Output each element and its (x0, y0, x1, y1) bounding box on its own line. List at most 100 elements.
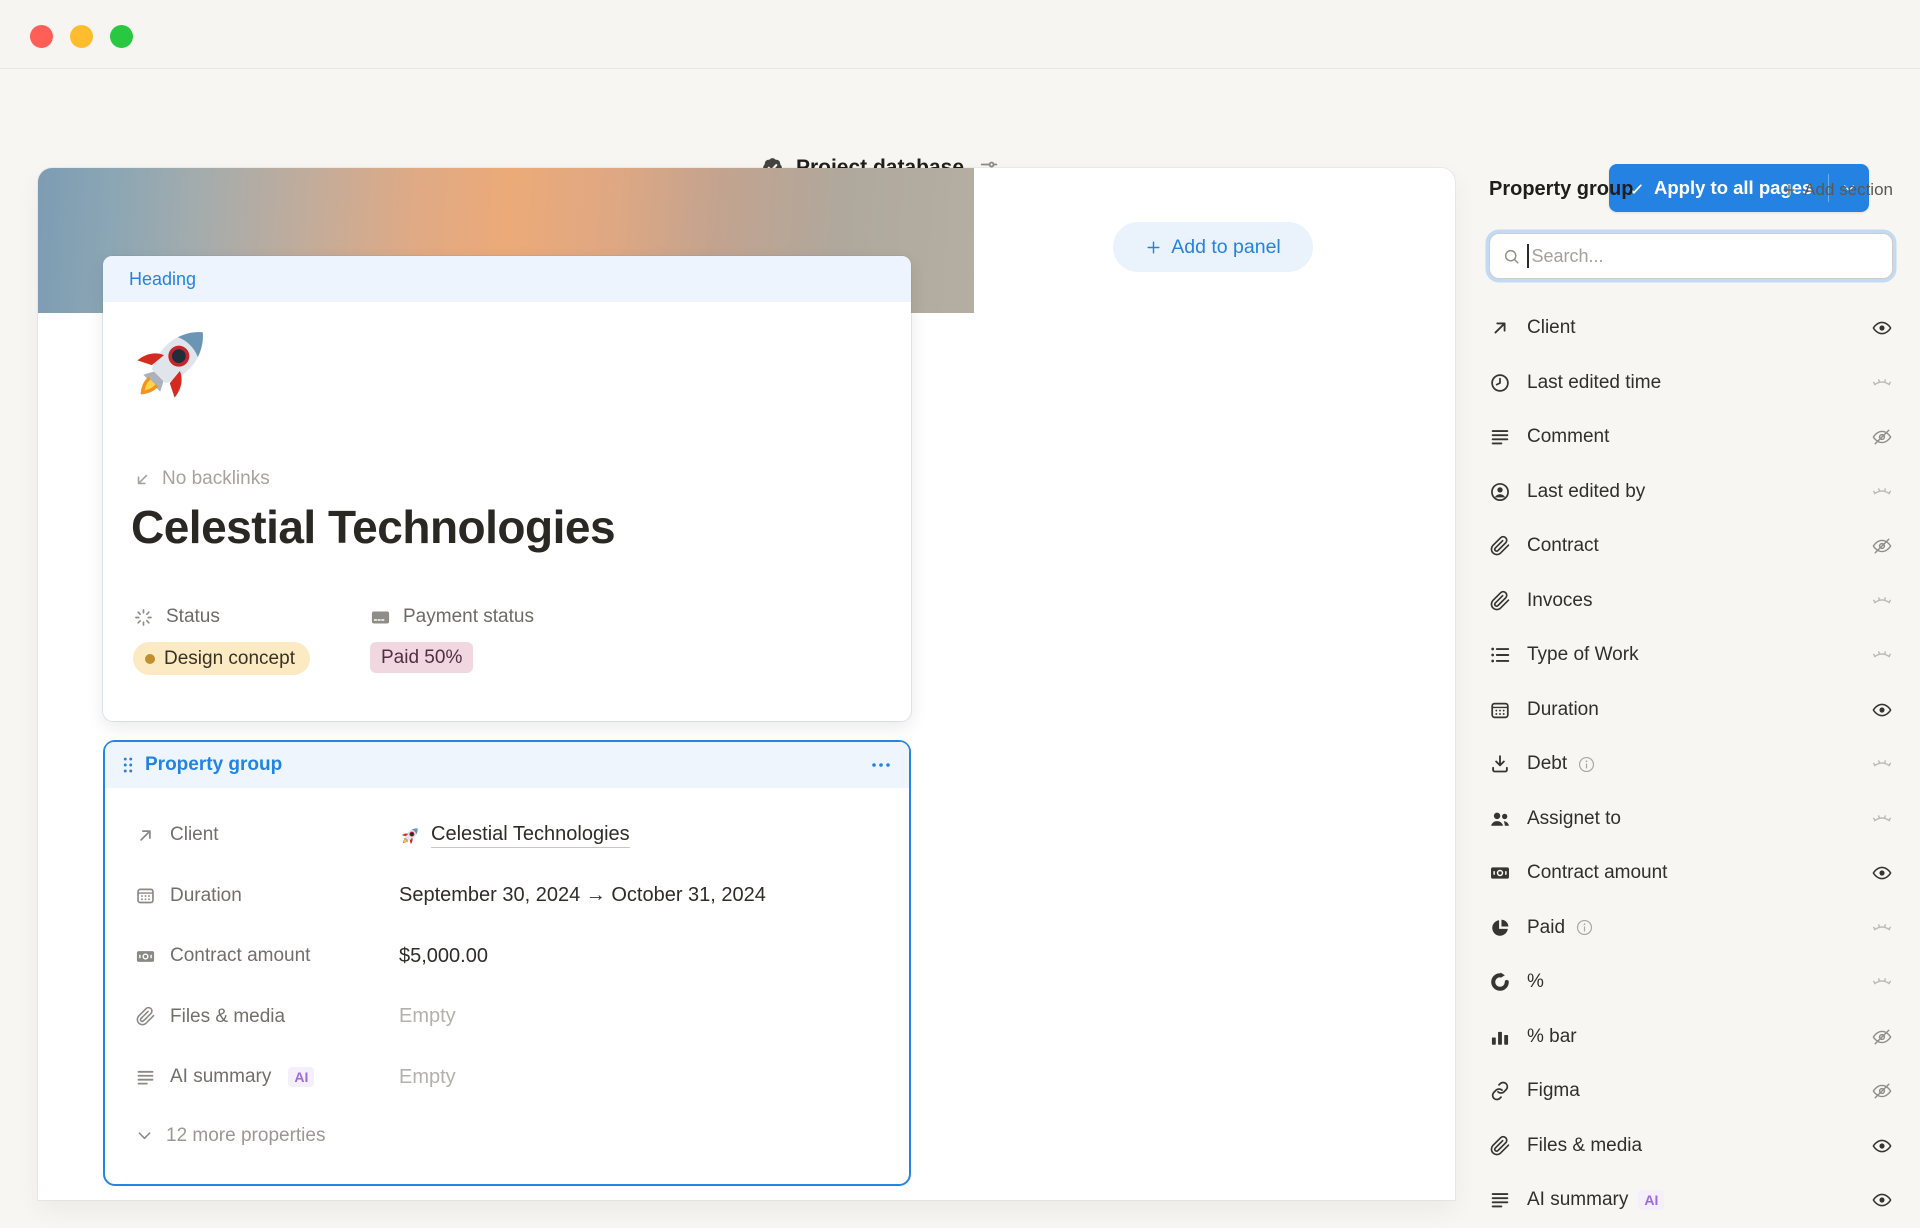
visibility-hidden-empty-icon[interactable] (1871, 1026, 1893, 1048)
property-group-sidebar: Property group Add section Client Last ed… (1489, 178, 1893, 1200)
sidebar-property-label: Client (1527, 317, 1576, 339)
sidebar-property-row[interactable]: % bar (1489, 1010, 1893, 1065)
ai-badge: AI (288, 1067, 314, 1087)
sidebar-property-row[interactable]: Debt (1489, 737, 1893, 792)
visibility-hidden-icon[interactable] (1871, 590, 1893, 612)
payment-value-pill[interactable]: Paid 50% (370, 642, 473, 673)
sidebar-title: Property group (1489, 178, 1633, 201)
add-to-panel-button[interactable]: Add to panel (1113, 222, 1313, 272)
visibility-hidden-icon[interactable] (1871, 481, 1893, 503)
sidebar-property-label: Contract amount (1527, 862, 1667, 884)
property-group-header[interactable]: Property group (105, 742, 909, 788)
visibility-hidden-icon[interactable] (1871, 644, 1893, 666)
sidebar-property-row[interactable]: Contract (1489, 519, 1893, 574)
visibility-visible-icon[interactable] (1871, 699, 1893, 721)
sidebar-property-row[interactable]: Invoces (1489, 574, 1893, 629)
visibility-hidden-icon[interactable] (1871, 808, 1893, 830)
sidebar-property-label: AI summary (1527, 1189, 1628, 1211)
sidebar-property-row[interactable]: Last edited by (1489, 465, 1893, 520)
more-options-icon[interactable] (869, 753, 893, 777)
visibility-visible-icon[interactable] (1871, 317, 1893, 339)
backlinks-row[interactable]: No backlinks (133, 468, 270, 490)
visibility-hidden-icon[interactable] (1871, 372, 1893, 394)
traffic-close-button[interactable] (30, 25, 53, 48)
clock-icon (1489, 372, 1511, 394)
sidebar-property-row[interactable]: Figma (1489, 1064, 1893, 1119)
paperclip-icon (1489, 535, 1511, 557)
inline-property-header[interactable]: Payment status (370, 606, 607, 628)
sidebar-property-row[interactable]: Assignet to (1489, 792, 1893, 847)
sidebar-property-label: Assignet to (1527, 808, 1621, 830)
sidebar-property-label: Contract (1527, 535, 1599, 557)
visibility-visible-icon[interactable] (1871, 862, 1893, 884)
drag-handle-icon[interactable] (117, 754, 139, 776)
rocket-emoji (399, 824, 422, 847)
download-icon (1489, 753, 1511, 775)
visibility-hidden-empty-icon[interactable] (1871, 426, 1893, 448)
property-row[interactable]: DurationSeptember 30, 2024 → October 31,… (135, 866, 879, 927)
property-row[interactable]: ClientCelestial Technologies (135, 805, 879, 866)
link-icon (1489, 1080, 1511, 1102)
inline-property-header[interactable]: Status (133, 606, 370, 628)
property-value[interactable]: Empty (399, 1066, 879, 1089)
add-section-button[interactable]: Add section (1781, 180, 1893, 200)
heading-section[interactable]: Heading No backlinks Celestial Technolog… (103, 256, 911, 721)
arrow-sw-icon (133, 470, 152, 489)
visibility-hidden-icon[interactable] (1871, 971, 1893, 993)
property-value[interactable]: September 30, 2024 → October 31, 2024 (399, 884, 879, 907)
property-group-label: Property group (145, 754, 282, 776)
sidebar-property-label: % (1527, 971, 1544, 993)
list-icon (1489, 644, 1511, 666)
property-row[interactable]: Files & mediaEmpty (135, 987, 879, 1048)
property-label: AI summaryAI (135, 1066, 399, 1088)
sidebar-property-row[interactable]: Client (1489, 301, 1893, 356)
page-preview-canvas: Heading No backlinks Celestial Technolog… (38, 168, 1455, 1200)
sidebar-property-label: Comment (1527, 426, 1609, 448)
visibility-hidden-icon[interactable] (1871, 753, 1893, 775)
sidebar-property-row[interactable]: Last edited time (1489, 356, 1893, 411)
inline-property: Payment status Paid 50% (370, 606, 607, 675)
sidebar-property-row[interactable]: AI summaryAI (1489, 1173, 1893, 1228)
sidebar-property-row[interactable]: Type of Work (1489, 628, 1893, 683)
bar-chart-icon (1489, 1026, 1511, 1048)
pie-cycle-icon (1489, 971, 1511, 993)
rocket-page-icon[interactable] (125, 314, 221, 410)
sidebar-property-label: Debt (1527, 753, 1567, 775)
more-properties-toggle[interactable]: 12 more properties (135, 1110, 879, 1162)
traffic-zoom-button[interactable] (110, 25, 133, 48)
visibility-hidden-icon[interactable] (1871, 917, 1893, 939)
visibility-visible-icon[interactable] (1871, 1135, 1893, 1157)
sidebar-property-row[interactable]: Contract amount (1489, 846, 1893, 901)
sidebar-property-row[interactable]: Files & media (1489, 1119, 1893, 1174)
info-icon[interactable] (1577, 755, 1596, 774)
visibility-visible-icon[interactable] (1871, 1189, 1893, 1211)
relation-link[interactable]: Celestial Technologies (431, 823, 630, 848)
credit-card-icon (370, 607, 391, 628)
property-value[interactable]: $5,000.00 (399, 945, 879, 968)
sidebar-property-row[interactable]: % (1489, 955, 1893, 1010)
sidebar-property-row[interactable]: Comment (1489, 410, 1893, 465)
property-label: Duration (135, 885, 399, 907)
search-input[interactable] (1530, 245, 1864, 268)
sidebar-property-label: Figma (1527, 1080, 1580, 1102)
visibility-hidden-empty-icon[interactable] (1871, 1080, 1893, 1102)
status-value-pill[interactable]: Design concept (133, 642, 310, 675)
property-search-box[interactable] (1489, 233, 1893, 279)
property-group-panel[interactable]: Property group ClientCelestial Technolog… (103, 740, 911, 1186)
property-row[interactable]: AI summaryAIEmpty (135, 1047, 879, 1108)
pie-icon (1489, 917, 1511, 939)
property-value[interactable]: Empty (399, 1005, 879, 1028)
sidebar-property-label: Last edited time (1527, 372, 1661, 394)
traffic-minimize-button[interactable] (70, 25, 93, 48)
property-value[interactable]: Celestial Technologies (399, 823, 879, 848)
visibility-hidden-empty-icon[interactable] (1871, 535, 1893, 557)
sidebar-property-row[interactable]: Duration (1489, 683, 1893, 738)
property-row[interactable]: Contract amount$5,000.00 (135, 926, 879, 987)
person-circle-icon (1489, 481, 1511, 503)
inline-property-label: Status (166, 606, 220, 628)
sidebar-property-row[interactable]: Paid (1489, 901, 1893, 956)
info-icon[interactable] (1575, 918, 1594, 937)
page-heading-title[interactable]: Celestial Technologies (131, 500, 615, 554)
inline-properties: Status Design concept Payment status Paid 5… (133, 606, 607, 675)
heading-section-bar[interactable]: Heading (103, 256, 911, 302)
